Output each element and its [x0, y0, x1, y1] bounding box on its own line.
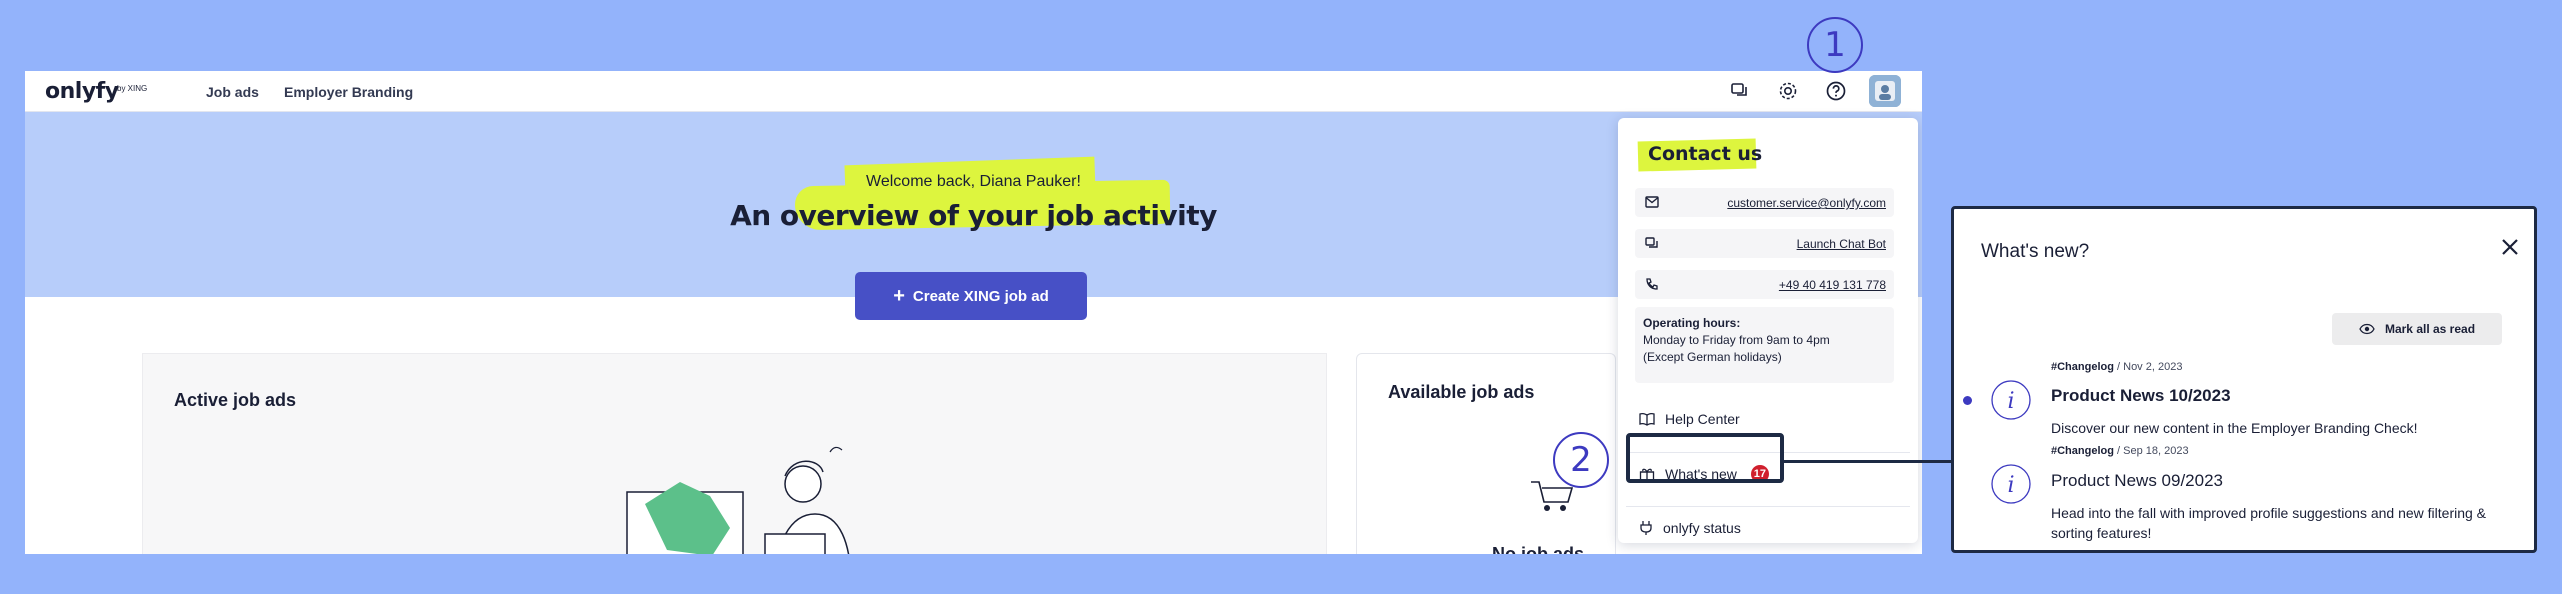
connector-line: [1784, 460, 1951, 463]
news-date: Sep 18, 2023: [2123, 445, 2189, 457]
news-title[interactable]: Product News 10/2023: [2051, 386, 2231, 406]
email-link[interactable]: customer.service@onlyfy.com: [1727, 196, 1886, 210]
news-meta: #Changelog / Nov 2, 2023: [2051, 361, 2183, 373]
news-title[interactable]: Product News 09/2023: [2051, 471, 2223, 491]
whats-new-highlight-box: [1626, 433, 1784, 483]
mail-icon: [1645, 196, 1659, 208]
news-date: Nov 2, 2023: [2123, 361, 2183, 373]
settings-gear-icon[interactable]: [1776, 79, 1800, 103]
eye-icon: [2359, 323, 2375, 335]
chat-icon[interactable]: [1728, 79, 1752, 103]
info-icon: i: [1991, 464, 2031, 504]
contact-title: Contact us: [1648, 143, 1763, 165]
phone-link[interactable]: +49 40 419 131 778: [1779, 278, 1886, 292]
available-job-ads-title: Available job ads: [1388, 382, 1535, 402]
empty-state-illustration: [626, 446, 850, 554]
contact-chatbot-row[interactable]: Launch Chat Bot: [1635, 229, 1894, 258]
user-avatar[interactable]: [1869, 75, 1901, 107]
divider: [1626, 506, 1910, 507]
news-description: Head into the fall with improved profile…: [2051, 505, 2487, 541]
active-job-ads-card: Active job ads: [142, 353, 1327, 554]
plus-icon: +: [893, 285, 905, 307]
svg-text:i: i: [2007, 389, 2014, 414]
nav-employer-branding[interactable]: Employer Branding: [284, 84, 413, 100]
news-description: Discover our new content in the Employer…: [2051, 420, 2418, 436]
no-job-ads-text: No job ads available: [1492, 544, 1585, 554]
status-item[interactable]: onlyfy status: [1635, 508, 1894, 548]
book-icon: [1639, 412, 1655, 426]
hours-label: Operating hours:: [1643, 316, 1741, 330]
help-center-label: Help Center: [1665, 411, 1740, 427]
operating-hours: Operating hours: Monday to Friday from 9…: [1635, 307, 1894, 383]
top-navigation: onlyfy by XING Job ads Employer Branding: [25, 71, 1922, 112]
hours-line-1: Monday to Friday from 9am to 4pm: [1643, 333, 1830, 347]
help-question-icon[interactable]: [1824, 79, 1848, 103]
status-label: onlyfy status: [1663, 520, 1741, 536]
mark-all-read-label: Mark all as read: [2384, 322, 2476, 336]
nav-job-ads[interactable]: Job ads: [206, 84, 259, 100]
mark-all-read-button[interactable]: Mark all as read: [2332, 313, 2502, 345]
panel-title: What's new?: [1981, 241, 2090, 262]
create-job-ad-label: Create XING job ad: [912, 287, 1049, 305]
news-tag[interactable]: #Changelog: [2051, 361, 2114, 373]
info-icon: i: [1991, 380, 2031, 420]
news-meta: #Changelog / Sep 18, 2023: [2051, 445, 2189, 457]
phone-icon: [1646, 278, 1658, 290]
plug-icon: [1640, 521, 1652, 535]
chatbot-link[interactable]: Launch Chat Bot: [1797, 237, 1886, 251]
whats-new-panel: What's new? Mark all as read #Changelog …: [1951, 206, 2537, 553]
step-2-marker: 2: [1553, 432, 1609, 488]
unread-indicator: [1963, 396, 1972, 405]
news-tag[interactable]: #Changelog: [2051, 445, 2114, 457]
close-icon[interactable]: [2498, 235, 2522, 259]
active-job-ads-title: Active job ads: [174, 390, 297, 410]
onlyfy-logo[interactable]: onlyfy: [45, 79, 119, 104]
chat-icon: [1645, 237, 1658, 248]
contact-email-row[interactable]: customer.service@onlyfy.com: [1635, 188, 1894, 217]
hours-line-2: (Except German holidays): [1643, 350, 1782, 364]
svg-text:i: i: [2007, 473, 2014, 498]
contact-phone-row[interactable]: +49 40 419 131 778: [1635, 270, 1894, 299]
step-1-marker: 1: [1807, 17, 1863, 73]
create-job-ad-button[interactable]: + Create XING job ad: [855, 272, 1087, 320]
logo-byline: by XING: [117, 84, 148, 93]
